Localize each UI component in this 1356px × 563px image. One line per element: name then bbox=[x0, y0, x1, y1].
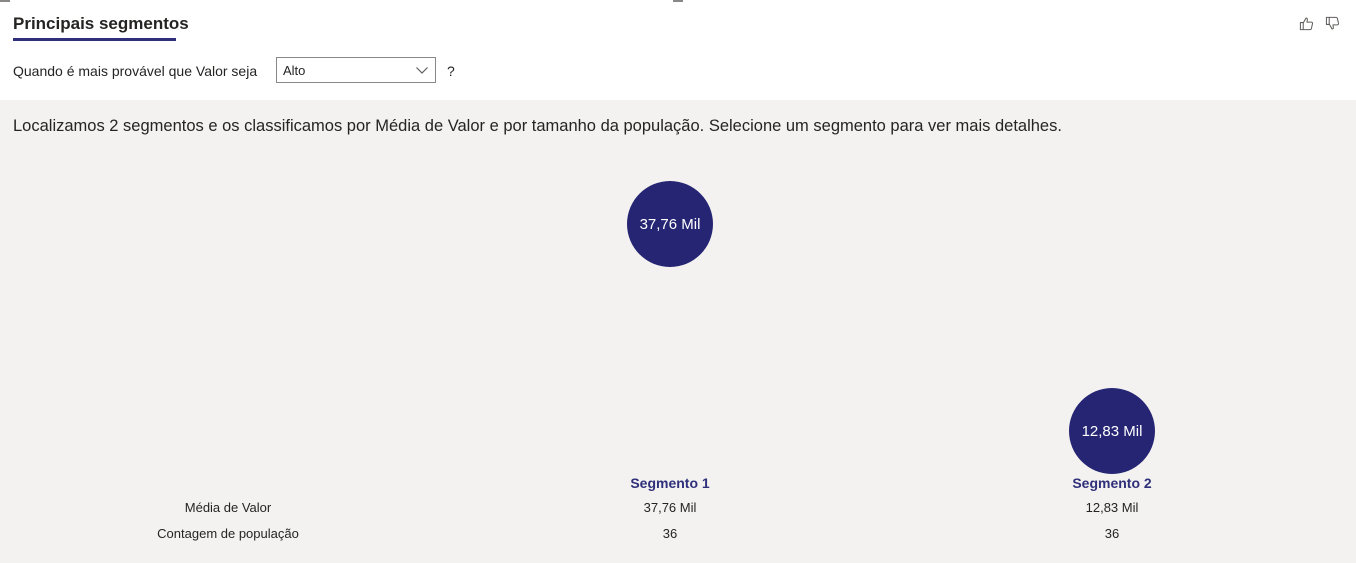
segment-1-contagem: 36 bbox=[662, 526, 678, 541]
resize-handle-center bbox=[673, 0, 683, 2]
thumbs-down-icon bbox=[1325, 16, 1339, 29]
row-label-contagem: Contagem de população bbox=[157, 526, 299, 541]
value-condition-dropdown[interactable]: Alto bbox=[276, 57, 436, 83]
thumbs-up-icon bbox=[1299, 17, 1313, 30]
thumbs-up-button[interactable] bbox=[1297, 14, 1315, 32]
segments-summary: Localizamos 2 segmentos e os classificam… bbox=[13, 117, 1062, 135]
resize-handle-left bbox=[0, 0, 10, 2]
tab-principais-segmentos[interactable]: Principais segmentos bbox=[13, 14, 189, 34]
segment-2-name[interactable]: Segmento 2 bbox=[1072, 475, 1151, 491]
segment-1-media-valor: 37,76 Mil bbox=[643, 500, 697, 515]
segment-2-bubble-label: 12,83 Mil bbox=[1081, 422, 1143, 440]
condition-label: Quando é mais provável que Valor seja bbox=[13, 63, 258, 79]
tab-active-indicator bbox=[13, 38, 176, 41]
segment-1-bubble[interactable]: 37,76 Mil bbox=[627, 181, 713, 267]
thumbs-down-button[interactable] bbox=[1323, 14, 1341, 32]
chevron-down-icon bbox=[416, 67, 428, 74]
segment-2-contagem: 36 bbox=[1104, 526, 1120, 541]
segment-2-media-valor: 12,83 Mil bbox=[1085, 500, 1139, 515]
segments-panel: Localizamos 2 segmentos e os classificam… bbox=[0, 100, 1356, 563]
condition-suffix: ? bbox=[447, 63, 455, 79]
row-label-media-valor: Média de Valor bbox=[184, 500, 272, 515]
segment-2-bubble[interactable]: 12,83 Mil bbox=[1069, 388, 1155, 474]
segment-1-bubble-label: 37,76 Mil bbox=[639, 215, 701, 233]
segment-1-name[interactable]: Segmento 1 bbox=[630, 475, 709, 491]
dropdown-selected-value: Alto bbox=[283, 63, 306, 78]
